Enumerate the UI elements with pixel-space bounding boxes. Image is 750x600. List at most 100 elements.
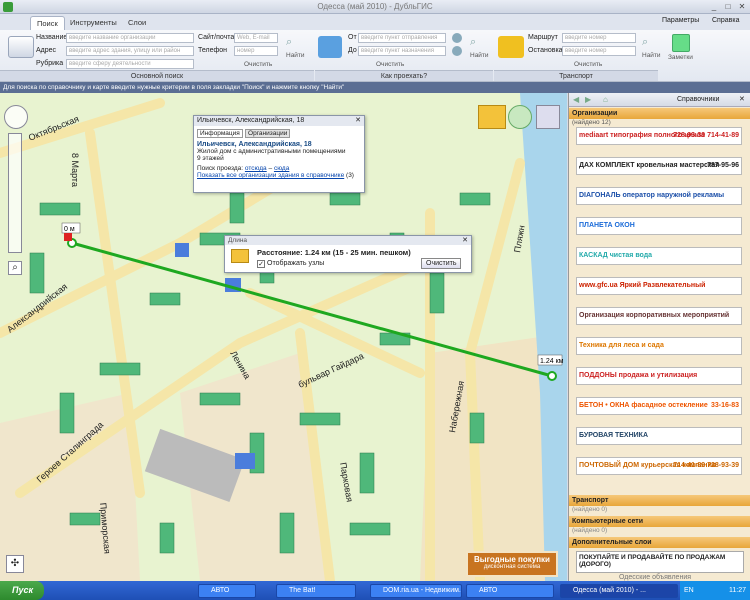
- search-find-button[interactable]: Найти: [286, 52, 305, 59]
- tab-layers[interactable]: Слои: [122, 16, 152, 30]
- ad-banner[interactable]: БУРОВАЯ ТЕХНИКА: [576, 427, 742, 445]
- ad-banner[interactable]: www.gfc.ua Яркий Развлекательный: [576, 277, 742, 295]
- distance-popup-header: Длина: [225, 236, 471, 245]
- transport-section-header[interactable]: Транспорт: [569, 495, 750, 506]
- route-search-label: Поиск проезда:: [197, 165, 244, 172]
- sidebar-close-icon[interactable]: ✕: [739, 95, 745, 103]
- search-icon[interactable]: [8, 36, 34, 58]
- close-icon[interactable]: ✕: [736, 2, 748, 12]
- language-indicator[interactable]: EN: [684, 587, 694, 594]
- bottom-ad-banner[interactable]: ПОКУПАЙТЕ И ПРОДАВАЙТЕ ПО ПРОДАЖАМ (ДОРО…: [576, 551, 744, 573]
- extra-layers-header[interactable]: Дополнительные слои: [569, 537, 750, 548]
- directories-dropdown[interactable]: Справочники: [677, 96, 719, 103]
- notes-icon[interactable]: [672, 34, 690, 52]
- taskbar-item-domria[interactable]: DOM.ria.ua - Недвижим...: [370, 584, 462, 598]
- taskbar-item-thebat[interactable]: The Bat!: [276, 584, 356, 598]
- promo-title: Выгодные покупки: [474, 555, 550, 564]
- route-find-button[interactable]: Найти: [470, 52, 489, 59]
- home-icon[interactable]: ⌂: [603, 95, 608, 104]
- rubric-label: Рубрика: [36, 60, 64, 67]
- street-label-parkovaya: Парковая: [338, 462, 355, 503]
- rubric-input[interactable]: введите сферу деятельности: [66, 59, 194, 69]
- name-input[interactable]: введите название организации: [66, 33, 194, 43]
- transport-clear-button[interactable]: Очистить: [574, 61, 602, 68]
- maximize-icon[interactable]: □: [722, 2, 734, 12]
- show-nodes-checkbox[interactable]: ✓: [257, 260, 265, 268]
- route-number-input[interactable]: введите номер: [562, 33, 636, 43]
- stop-input[interactable]: введите номер: [562, 46, 636, 56]
- distance-clear-button[interactable]: Очистить: [421, 258, 462, 269]
- to-label: До: [348, 47, 357, 54]
- tab-tools[interactable]: Инструменты: [64, 16, 123, 30]
- zoom-slider[interactable]: [8, 133, 22, 253]
- search-clear-button[interactable]: Очистить: [244, 61, 272, 68]
- distance-end-node[interactable]: [547, 371, 557, 381]
- ad-banner[interactable]: ПОДДОНЫ продажа и утилизация: [576, 367, 742, 385]
- distance-popup-close-icon[interactable]: ✕: [462, 236, 468, 244]
- from-label: От: [348, 34, 357, 41]
- phone-input[interactable]: номер: [234, 46, 278, 56]
- pan-control[interactable]: [4, 105, 28, 129]
- ad-phone: 33-16-83: [710, 402, 739, 409]
- tab-search[interactable]: Поиск: [30, 16, 65, 30]
- target-tool-icon[interactable]: [508, 105, 532, 129]
- info-popup-close-icon[interactable]: ✕: [355, 116, 361, 124]
- route-clear-button[interactable]: Очистить: [376, 61, 404, 68]
- ribbon-tabs: Поиск Инструменты Слои Параметры Справка: [0, 14, 750, 30]
- ad-banner[interactable]: БЕТОН • ОКНА фасадное остекление 33-16-83: [576, 397, 742, 415]
- minimize-icon[interactable]: _: [708, 2, 720, 12]
- window-title: Одесса (май 2010) - ДубльГИС: [317, 2, 433, 11]
- params-button[interactable]: Параметры: [662, 17, 699, 24]
- transport-find-button[interactable]: Найти: [642, 52, 661, 59]
- orgs-section-header[interactable]: Организации: [569, 108, 750, 119]
- forward-icon[interactable]: ▶: [585, 95, 591, 104]
- networks-count: (найдено 0): [572, 527, 608, 534]
- to-input[interactable]: введите пункт назначения: [358, 46, 446, 56]
- ad-name: БУРОВАЯ ТЕХНИКА: [579, 432, 648, 439]
- taskbar-item-avto-1[interactable]: АВТО: [198, 584, 256, 598]
- promo-banner[interactable]: Выгодные покупки дисконтная система: [466, 551, 558, 577]
- ad-banner[interactable]: Техника для леса и сада: [576, 337, 742, 355]
- info-tab-organizations[interactable]: Организации: [245, 129, 291, 138]
- info-tab-information[interactable]: Информация: [197, 129, 243, 138]
- ad-banner[interactable]: ПЛАНЕТА ОКОН: [576, 217, 742, 235]
- address-input[interactable]: введите адрес здания, улицу или район: [66, 46, 194, 56]
- networks-section-header[interactable]: Компьютерные сети: [569, 516, 750, 527]
- notes-button[interactable]: Заметки: [668, 54, 693, 61]
- car-icon: [318, 36, 342, 58]
- transport-binoculars-icon[interactable]: ⌕: [642, 36, 660, 50]
- route-to-here-link[interactable]: сюда: [274, 165, 289, 172]
- compass-icon[interactable]: ✣: [6, 555, 24, 573]
- from-input[interactable]: введите пункт отправления: [358, 33, 446, 43]
- route-binoculars-icon[interactable]: ⌕: [470, 36, 488, 50]
- zoom-magnifier-icon[interactable]: ⌕: [8, 261, 22, 275]
- stop-label: Остановка: [528, 47, 563, 54]
- distance-value: Расстояние: 1.24 км (15 - 25 мин. пешком…: [257, 248, 411, 257]
- show-all-orgs-count: (3): [346, 172, 354, 179]
- taskbar-item-avto-2[interactable]: АВТО: [466, 584, 554, 598]
- phone-label: Телефон: [198, 47, 228, 54]
- from-pick-icon[interactable]: [452, 33, 462, 43]
- ad-banner[interactable]: Организация корпоративных мероприятий: [576, 307, 742, 325]
- ad-banner[interactable]: КАСКАД чистая вода: [576, 247, 742, 265]
- ad-banner[interactable]: mediaart типография полного цикла 728-93-…: [576, 127, 742, 145]
- binoculars-icon[interactable]: ⌕: [286, 36, 304, 50]
- map-view[interactable]: Октябрьская 8 Марта Александрийская Геро…: [0, 93, 567, 581]
- ad-banner[interactable]: ПОЧТОВЫЙ ДОМ курьерская компания 714-41-8…: [576, 457, 742, 475]
- back-icon[interactable]: ◀: [573, 95, 579, 104]
- help-button[interactable]: Справка: [712, 17, 739, 24]
- orgs-count: (найдено 12): [572, 119, 611, 126]
- sidebar: ◀ ▶ ⌂ Справочники ✕ Организации (найдено…: [568, 93, 750, 581]
- ruler-tool-icon[interactable]: [478, 105, 506, 129]
- route-from-here-link[interactable]: отсюда: [245, 165, 267, 172]
- print-tool-icon[interactable]: [536, 105, 560, 129]
- info-popup-header: Ильичевск, Александрийская, 18: [194, 116, 364, 126]
- site-input[interactable]: Web, E-mail: [234, 33, 278, 43]
- ad-name: КАСКАД чистая вода: [579, 252, 653, 259]
- start-button[interactable]: Пуск: [0, 581, 44, 600]
- ad-banner[interactable]: DIAГОНАЛЬ оператор наружной рекламы: [576, 187, 742, 205]
- taskbar-item-dublgis[interactable]: Одесса (май 2010) - ...: [560, 584, 678, 598]
- show-all-orgs-link[interactable]: Показать все организации здания в справо…: [197, 172, 344, 179]
- to-pick-icon[interactable]: [452, 46, 462, 56]
- ad-banner[interactable]: ДАХ КОМПЛЕКТ кровельная мастерская 787-95…: [576, 157, 742, 175]
